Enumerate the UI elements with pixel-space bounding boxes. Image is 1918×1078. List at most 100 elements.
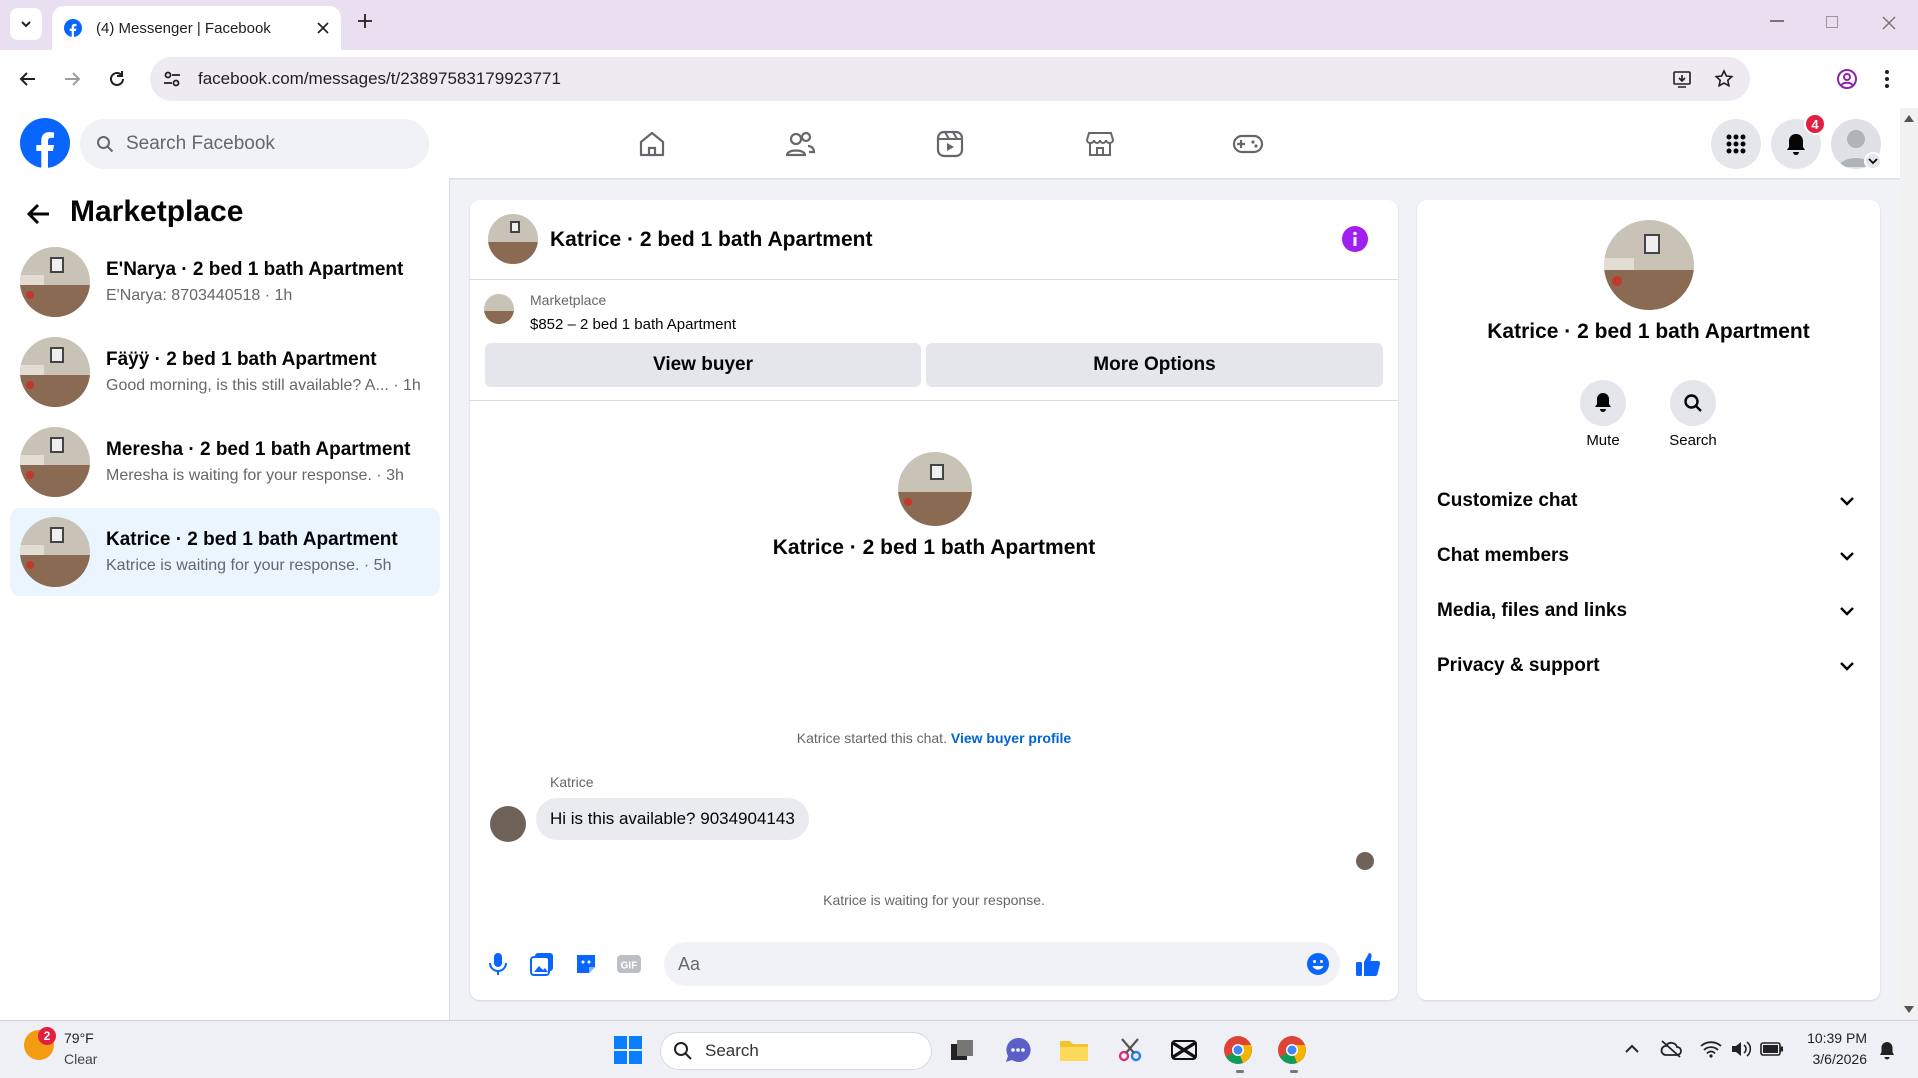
conversation-preview: E'Narya: 8703440518 · 1h — [106, 287, 293, 304]
file-explorer-button[interactable] — [1054, 1030, 1094, 1070]
facebook-search-input[interactable]: Search Facebook — [80, 119, 429, 169]
media-files-links-section[interactable]: Media, files and links — [1437, 586, 1867, 636]
svg-text:GIF: GIF — [621, 961, 638, 972]
reload-button[interactable] — [99, 61, 135, 97]
battery-icon[interactable] — [1760, 1041, 1784, 1057]
chevron-down-icon — [1840, 497, 1854, 506]
clock-time[interactable]: 10:39 PM — [1795, 1030, 1867, 1046]
message-bubble[interactable]: Hi is this available? 9034904143 — [536, 798, 809, 840]
scroll-down-icon[interactable] — [1904, 1006, 1914, 1014]
chat-title[interactable]: Katrice · 2 bed 1 bath Apartment — [550, 228, 872, 252]
message-input[interactable]: Aa — [664, 942, 1340, 986]
chevron-down-icon — [1840, 662, 1854, 671]
address-bar[interactable]: facebook.com/messages/t/2389758317992377… — [150, 57, 1750, 101]
teams-chat-button[interactable] — [998, 1030, 1038, 1070]
menu-button[interactable] — [1711, 119, 1761, 169]
capcut-button[interactable] — [1164, 1030, 1204, 1070]
chat-members-section[interactable]: Chat members — [1437, 531, 1867, 581]
back-button[interactable] — [10, 61, 46, 97]
photo-icon[interactable] — [530, 952, 554, 976]
sender-avatar[interactable] — [490, 806, 526, 842]
divider — [470, 400, 1398, 401]
site-settings-icon[interactable] — [162, 69, 182, 89]
waiting-notice: Katrice is waiting for your response. — [823, 892, 1045, 908]
task-view-icon — [951, 1040, 973, 1060]
chrome-profile-button[interactable] — [1272, 1030, 1312, 1070]
nav-friends[interactable] — [770, 122, 830, 166]
notification-badge: 4 — [1804, 113, 1826, 135]
conversation-item[interactable]: E'Narya · 2 bed 1 bath Apartment E'Narya:… — [10, 238, 440, 326]
emoji-icon[interactable] — [1306, 952, 1330, 976]
mute-label: Mute — [1586, 432, 1620, 449]
tray-overflow-icon[interactable] — [1624, 1044, 1640, 1054]
info-icon[interactable] — [1342, 226, 1368, 252]
page-scrollbar[interactable] — [1900, 108, 1918, 1020]
microphone-icon[interactable] — [488, 952, 508, 976]
nav-marketplace[interactable] — [1070, 122, 1130, 166]
browser-menu-icon[interactable] — [1884, 68, 1890, 90]
chrome-button[interactable] — [1218, 1030, 1258, 1070]
customize-chat-section[interactable]: Customize chat — [1437, 476, 1867, 526]
more-options-button[interactable]: More Options — [926, 343, 1383, 387]
mute-button[interactable] — [1580, 380, 1626, 426]
nav-video[interactable] — [920, 122, 980, 166]
browser-tab-bar: (4) Messenger | Facebook — [0, 0, 1918, 50]
browser-tab[interactable]: (4) Messenger | Facebook — [52, 6, 341, 50]
profile-icon[interactable] — [1836, 68, 1858, 90]
info-title: Katrice · 2 bed 1 bath Apartment — [1487, 320, 1810, 343]
conversation-title: E'Narya · 2 bed 1 bath Apartment — [106, 259, 404, 280]
new-tab-button[interactable] — [356, 12, 374, 30]
conversation-item[interactable]: Meresha · 2 bed 1 bath Apartment Meresha … — [10, 418, 440, 506]
bookmark-star-icon[interactable] — [1714, 69, 1734, 89]
search-icon — [674, 1042, 692, 1060]
chat-avatar[interactable] — [488, 214, 538, 264]
account-menu-chevron[interactable] — [1864, 152, 1882, 170]
facebook-logo-icon[interactable] — [20, 118, 70, 168]
search-placeholder: Search Facebook — [126, 133, 275, 154]
video-icon — [936, 130, 964, 158]
restore-button[interactable] — [1826, 16, 1838, 28]
weather-temp[interactable]: 79°F — [64, 1030, 94, 1046]
back-arrow-icon[interactable] — [26, 201, 52, 227]
section-label: Media, files and links — [1437, 600, 1628, 621]
task-view-button[interactable] — [942, 1030, 982, 1070]
start-button[interactable] — [608, 1030, 648, 1070]
nav-gaming[interactable] — [1218, 122, 1278, 166]
close-icon[interactable] — [317, 22, 329, 34]
clock-date[interactable]: 3/6/2026 — [1795, 1051, 1868, 1067]
minimize-button[interactable] — [1770, 20, 1784, 22]
grid-menu-icon — [1726, 134, 1746, 154]
search-in-chat-button[interactable] — [1670, 380, 1716, 426]
volume-icon[interactable] — [1730, 1040, 1752, 1058]
capcut-icon — [1171, 1040, 1197, 1060]
notification-bell-icon[interactable] — [1878, 1041, 1896, 1061]
sender-name: Katrice — [550, 774, 594, 790]
url-text[interactable]: facebook.com/messages/t/2389758317992377… — [198, 69, 1672, 89]
info-avatar[interactable] — [1604, 220, 1694, 310]
listing-thumbnail — [20, 427, 90, 497]
listing-title[interactable]: $852 – 2 bed 1 bath Apartment — [530, 316, 736, 333]
gif-icon[interactable]: GIF — [616, 952, 642, 976]
listing-thumbnail — [484, 294, 514, 324]
snipping-tool-button[interactable] — [1110, 1030, 1150, 1070]
install-app-icon[interactable] — [1672, 69, 1692, 89]
privacy-support-section[interactable]: Privacy & support — [1437, 641, 1867, 691]
conversation-item-active[interactable]: Katrice · 2 bed 1 bath Apartment Katrice … — [10, 508, 440, 596]
taskbar-search[interactable]: Search — [660, 1032, 932, 1070]
conversation-item[interactable]: Fäÿÿ · 2 bed 1 bath Apartment Good mornin… — [10, 328, 440, 416]
chrome-icon — [1278, 1036, 1306, 1064]
window-close-icon[interactable] — [1882, 16, 1896, 30]
listing-thumbnail — [20, 247, 90, 317]
conversation-title: Meresha · 2 bed 1 bath Apartment — [106, 439, 411, 460]
view-buyer-profile-link[interactable]: View buyer profile — [951, 730, 1071, 746]
forward-button[interactable] — [54, 61, 90, 97]
cloud-offline-icon[interactable] — [1660, 1039, 1682, 1059]
chevron-down-icon — [1840, 552, 1854, 561]
tab-search-button[interactable] — [10, 8, 42, 40]
wifi-icon[interactable] — [1700, 1040, 1722, 1058]
nav-home[interactable] — [622, 122, 682, 166]
thumbs-up-icon[interactable] — [1354, 950, 1382, 978]
view-buyer-button[interactable]: View buyer — [485, 343, 921, 387]
sticker-icon[interactable] — [574, 952, 598, 976]
intro-avatar — [898, 452, 972, 526]
